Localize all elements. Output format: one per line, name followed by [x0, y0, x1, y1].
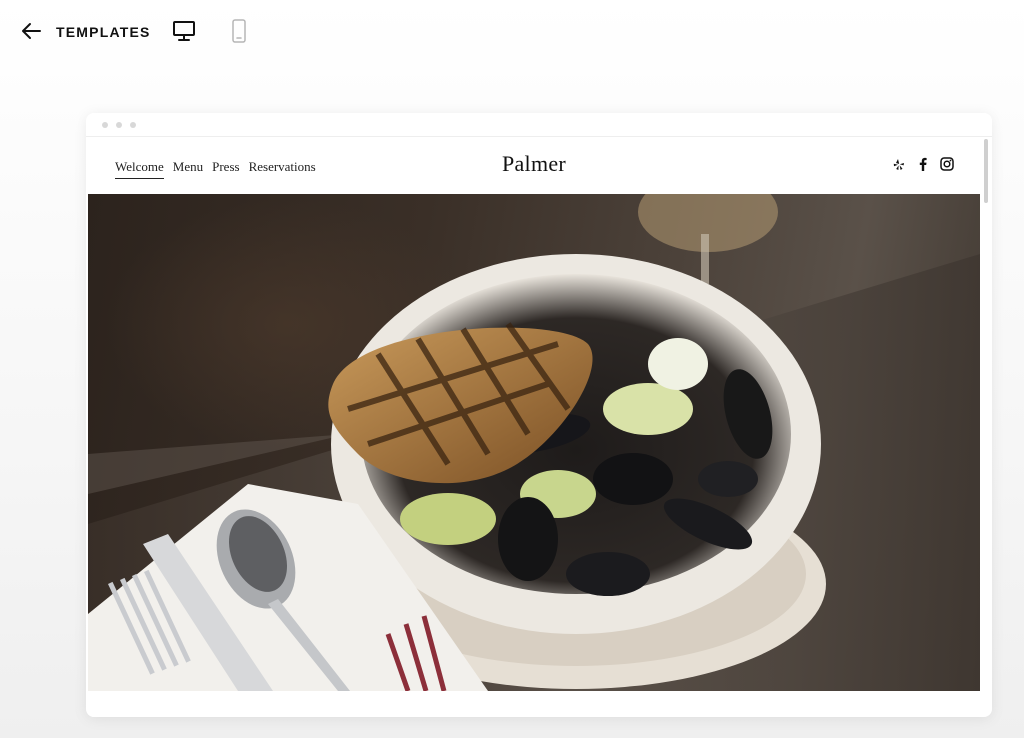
site-preview: Welcome Menu Press Reservations Palmer	[88, 137, 980, 717]
browser-chrome-bar	[86, 113, 992, 137]
monitor-icon	[172, 20, 196, 47]
window-dot-icon	[130, 122, 136, 128]
hero-image	[88, 194, 980, 691]
template-preview-frame: Welcome Menu Press Reservations Palmer	[86, 113, 992, 717]
facebook-icon[interactable]	[916, 157, 930, 171]
social-links	[892, 157, 954, 171]
window-dot-icon	[102, 122, 108, 128]
mobile-view-button[interactable]	[228, 18, 250, 48]
phone-icon	[231, 18, 247, 48]
site-header: Welcome Menu Press Reservations Palmer	[88, 137, 980, 194]
back-button[interactable]	[18, 20, 44, 46]
arrow-left-icon	[20, 20, 42, 47]
templates-title: TEMPLATES	[56, 24, 151, 40]
top-toolbar: TEMPLATES	[0, 0, 1024, 64]
window-dot-icon	[116, 122, 122, 128]
yelp-icon[interactable]	[892, 157, 906, 171]
preview-scrollbar[interactable]	[984, 139, 988, 203]
instagram-icon[interactable]	[940, 157, 954, 171]
desktop-view-button[interactable]	[170, 20, 198, 46]
site-title[interactable]: Palmer	[88, 151, 980, 177]
